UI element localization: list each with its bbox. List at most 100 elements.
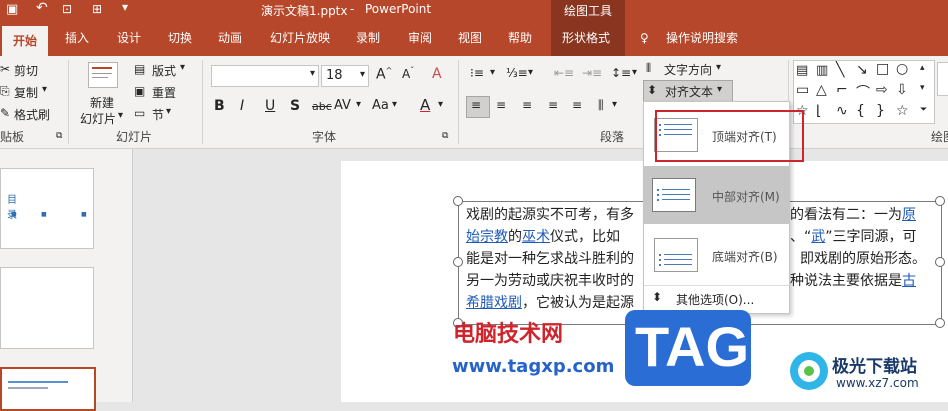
increase-font-icon[interactable]: A^: [376, 66, 392, 83]
vertical-textbox-icon[interactable]: ▥: [816, 63, 828, 78]
font-color-dropdown-icon[interactable]: ▾: [438, 99, 443, 110]
font-name-dropdown-icon[interactable]: ▾: [310, 68, 315, 79]
clear-format-icon[interactable]: A: [432, 66, 442, 82]
layout-button[interactable]: 版式: [152, 62, 176, 79]
align-center-icon[interactable]: ≡: [496, 98, 506, 112]
columns-dropdown-icon[interactable]: ▾: [612, 99, 617, 110]
format-painter-button[interactable]: 格式刷: [14, 106, 50, 123]
new-slide-label-1[interactable]: 新建: [90, 94, 114, 111]
rectangle-shape-icon[interactable]: □: [876, 61, 889, 77]
gallery-more-icon[interactable]: ⏷: [920, 105, 927, 115]
star-shape-icon-2[interactable]: ☆: [896, 103, 909, 119]
resize-handle[interactable]: [935, 257, 945, 267]
right-brace-icon[interactable]: }: [876, 103, 885, 119]
hyperlink[interactable]: 希腊戏剧: [466, 295, 522, 311]
arrange-button[interactable]: [937, 62, 948, 96]
tab-slideshow[interactable]: 幻灯片放映: [270, 29, 330, 47]
elbow-connector-icon[interactable]: ⌐: [836, 82, 848, 98]
bold-button[interactable]: B: [214, 98, 225, 114]
gallery-up-icon[interactable]: ▴: [920, 63, 925, 73]
cut-button[interactable]: 剪切: [14, 62, 38, 79]
slide-thumbnail-1[interactable]: 目 录 ■ ■ ■: [0, 168, 94, 249]
section-button[interactable]: 节: [152, 106, 164, 123]
tab-shape-format[interactable]: 形状格式: [562, 29, 610, 47]
shapes-gallery[interactable]: ▤ ▥ ╲ ↘ □ ○ ▭ △ ⌐ ⌒ ⇨ ⇩ ☆ ⌊ ∿ { } ☆ ▴ ▾ …: [793, 60, 935, 124]
copy-dropdown-icon[interactable]: ▾: [42, 84, 47, 95]
numbering-icon[interactable]: ⅓≡: [506, 66, 528, 80]
text-direction-button[interactable]: 文字方向: [664, 61, 712, 78]
decrease-font-icon[interactable]: Aˇ: [402, 66, 414, 81]
clipboard-launcher-icon[interactable]: ⧉: [56, 131, 62, 141]
triangle-shape-icon[interactable]: △: [816, 82, 827, 98]
rounded-rect-icon[interactable]: ▭: [796, 82, 809, 98]
resize-handle[interactable]: [453, 257, 463, 267]
line-spacing-icon[interactable]: ↕≡: [611, 66, 631, 80]
underline-button[interactable]: U: [265, 98, 275, 114]
change-case-button[interactable]: Aa: [372, 98, 389, 113]
tab-design[interactable]: 设计: [117, 29, 141, 47]
char-spacing-dropdown-icon[interactable]: ▾: [356, 99, 361, 110]
resize-handle[interactable]: [935, 318, 945, 328]
tell-me-search[interactable]: 操作说明搜索: [666, 29, 738, 47]
increase-indent-icon[interactable]: ⇥≡: [582, 66, 602, 80]
curved-connector-icon[interactable]: ⌒: [856, 82, 870, 102]
align-text-button[interactable]: ⬍ 对齐文本 ▾: [643, 80, 733, 102]
tab-transitions[interactable]: 切换: [168, 29, 192, 47]
distribute-icon[interactable]: ≡: [572, 98, 582, 112]
tab-insert[interactable]: 插入: [65, 29, 89, 47]
hyperlink[interactable]: 巫术: [522, 229, 550, 245]
font-launcher-icon[interactable]: ⧉: [442, 131, 448, 141]
save-icon[interactable]: ▣: [6, 2, 18, 17]
hyperlink[interactable]: 古: [902, 273, 916, 289]
new-slide-dropdown-icon[interactable]: ▾: [118, 110, 123, 121]
new-slide-icon[interactable]: [88, 62, 118, 88]
gallery-down-icon[interactable]: ▾: [920, 83, 925, 93]
columns-icon[interactable]: ⫼: [598, 98, 604, 113]
bullets-icon[interactable]: ⁝≡: [470, 66, 484, 80]
present-icon[interactable]: ⊡: [62, 2, 72, 16]
preview-icon[interactable]: ⊞: [92, 2, 102, 16]
section-dropdown-icon[interactable]: ▾: [166, 106, 171, 117]
bullets-dropdown-icon[interactable]: ▾: [490, 67, 495, 78]
down-arrow-shape-icon[interactable]: ⇩: [896, 82, 908, 98]
decrease-indent-icon[interactable]: ⇤≡: [554, 66, 574, 80]
reset-button[interactable]: 重置: [152, 84, 176, 101]
menu-item-more-options[interactable]: ⬍ 其他选项(O)...: [644, 288, 789, 310]
italic-button[interactable]: I: [240, 98, 244, 114]
arrow-shape-icon[interactable]: ↘: [856, 62, 868, 78]
tab-home[interactable]: 开始: [2, 26, 48, 56]
new-slide-label-2[interactable]: 幻灯片: [80, 110, 116, 127]
tab-record[interactable]: 录制: [356, 29, 380, 47]
shadow-button[interactable]: abc: [312, 100, 332, 113]
font-size-dropdown-icon[interactable]: ▾: [360, 69, 365, 80]
left-brace-icon[interactable]: {: [856, 103, 865, 119]
font-name-input[interactable]: [211, 65, 319, 87]
justify-icon[interactable]: ≡: [548, 98, 558, 112]
resize-handle[interactable]: [935, 196, 945, 206]
align-right-icon[interactable]: ≡: [522, 98, 532, 112]
slide-thumbnail-3[interactable]: [0, 367, 96, 411]
char-spacing-button[interactable]: AV: [334, 98, 351, 113]
tab-help[interactable]: 帮助: [508, 29, 532, 47]
customize-qat-icon[interactable]: ▾: [122, 0, 128, 14]
textbox-shape-icon[interactable]: ▤: [796, 63, 808, 78]
hyperlink[interactable]: 始宗教: [466, 229, 508, 245]
menu-item-bottom-align[interactable]: 底端对齐(B): [644, 226, 789, 284]
slide-thumbnail-2[interactable]: [0, 267, 94, 349]
change-case-dropdown-icon[interactable]: ▾: [392, 99, 397, 110]
menu-item-middle-align[interactable]: 中部对齐(M): [644, 166, 789, 224]
hyperlink[interactable]: 武: [811, 229, 825, 245]
align-left-button[interactable]: ≡: [466, 96, 490, 118]
right-arrow-shape-icon[interactable]: ⇨: [876, 82, 888, 98]
bent-line-icon[interactable]: ⌊: [816, 103, 821, 119]
line-spacing-dropdown-icon[interactable]: ▾: [632, 67, 637, 78]
layout-dropdown-icon[interactable]: ▾: [180, 62, 185, 73]
line-shape-icon[interactable]: ╲: [836, 62, 844, 78]
numbering-dropdown-icon[interactable]: ▾: [528, 67, 533, 78]
freeform-icon[interactable]: ∿: [836, 103, 848, 119]
tab-view[interactable]: 视图: [458, 29, 482, 47]
font-color-button[interactable]: A: [420, 96, 430, 114]
tab-animations[interactable]: 动画: [218, 29, 242, 47]
resize-handle[interactable]: [453, 196, 463, 206]
copy-button[interactable]: 复制: [14, 84, 38, 101]
